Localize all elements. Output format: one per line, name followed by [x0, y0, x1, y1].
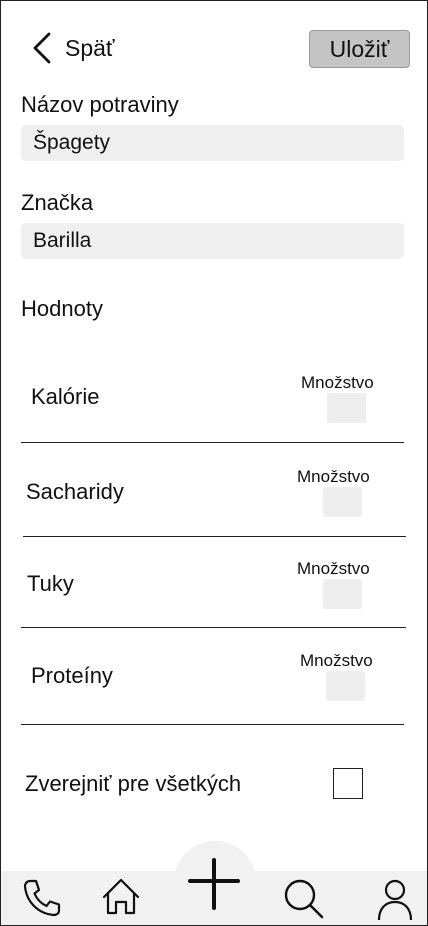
values-section-title: Hodnoty: [21, 296, 103, 321]
publish-label: Zverejniť pre všetkých: [25, 771, 242, 796]
save-button[interactable]: Uložiť: [309, 30, 410, 68]
nutrient-label-fats: Tuky: [27, 571, 74, 596]
nutrient-label-calories: Kalórie: [31, 384, 100, 409]
quantity-label: Množstvo: [297, 559, 370, 578]
row-divider: [21, 627, 406, 628]
brand-label: Značka: [21, 190, 94, 215]
nutrient-label-carbs: Sacharidy: [26, 479, 124, 504]
screen: Späť Uložiť Názov potraviny Špagety Znač…: [0, 0, 428, 926]
calories-quantity-input[interactable]: [327, 393, 366, 423]
chevron-left-icon: [33, 32, 51, 64]
publish-checkbox[interactable]: [333, 768, 363, 799]
back-label: Späť: [65, 34, 115, 61]
row-divider: [21, 442, 404, 443]
quantity-label: Množstvo: [297, 467, 370, 486]
back-button[interactable]: Späť: [31, 29, 115, 67]
proteins-quantity-input[interactable]: [326, 671, 365, 701]
user-icon[interactable]: [375, 877, 415, 921]
carbs-quantity-input[interactable]: [323, 487, 362, 517]
brand-field[interactable]: Barilla: [21, 223, 404, 259]
food-name-field[interactable]: Špagety: [21, 125, 404, 161]
search-icon[interactable]: [282, 877, 326, 921]
plus-icon[interactable]: [186, 856, 242, 912]
quantity-label: Množstvo: [300, 651, 373, 670]
food-name-label: Názov potraviny: [21, 92, 179, 117]
phone-icon[interactable]: [21, 877, 63, 919]
home-icon[interactable]: [100, 876, 142, 918]
row-divider: [21, 724, 404, 725]
row-divider: [23, 536, 406, 537]
quantity-label: Množstvo: [301, 373, 374, 392]
nutrient-label-proteins: Proteíny: [31, 663, 113, 688]
fats-quantity-input[interactable]: [323, 579, 362, 609]
